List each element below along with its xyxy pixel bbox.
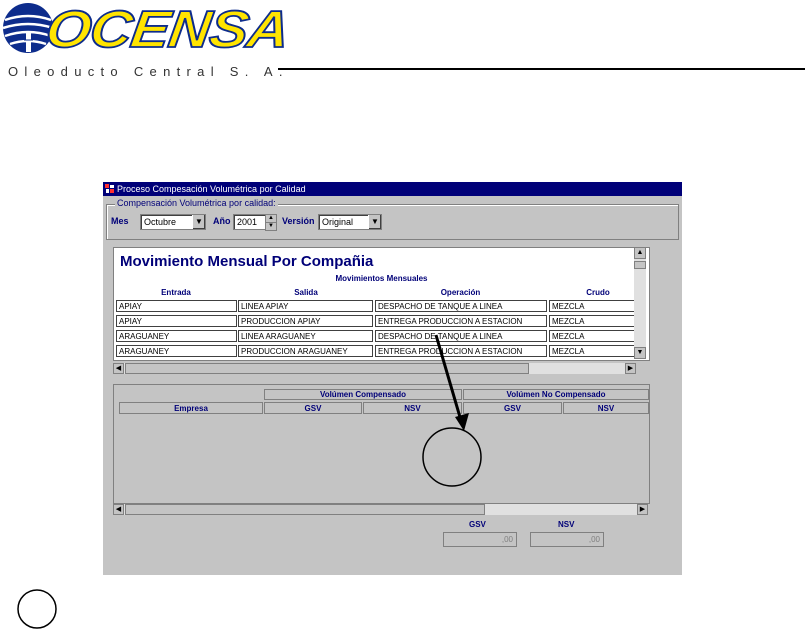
annotation-circle — [422, 427, 482, 487]
annotation-layer — [17, 334, 482, 629]
annotation-arrow — [434, 334, 464, 425]
annotation-marker-circle — [17, 589, 57, 629]
